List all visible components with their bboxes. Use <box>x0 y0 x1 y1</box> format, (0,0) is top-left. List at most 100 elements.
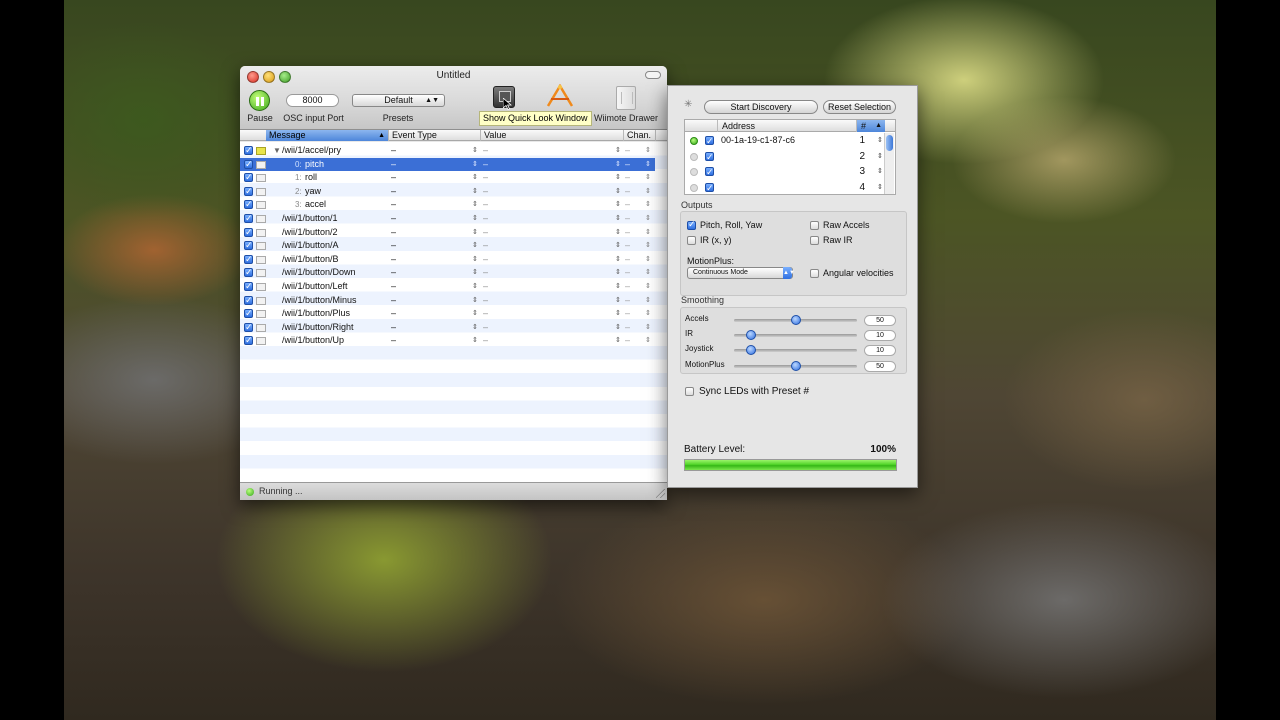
smoothing-slider[interactable] <box>734 330 857 341</box>
event-type-cell[interactable]: – <box>391 198 396 212</box>
event-type-cell[interactable]: – <box>391 212 396 226</box>
smoothing-slider-knob[interactable] <box>746 345 757 356</box>
device-table[interactable]: Address # ▲ 00-1a-19-c1-87-c61⇕2⇕3⇕4⇕ <box>684 119 896 195</box>
updown-stepper-icon[interactable]: ⇕ <box>472 198 478 212</box>
smoothing-value-field[interactable]: 50 <box>864 360 896 372</box>
updown-stepper-icon[interactable]: ⇕ <box>472 321 478 335</box>
event-type-cell[interactable]: – <box>391 226 396 240</box>
updown-stepper-icon[interactable]: ⇕ <box>472 212 478 226</box>
channel-cell[interactable]: – <box>625 307 630 321</box>
channel-cell[interactable]: – <box>625 226 630 240</box>
device-scrollbar-thumb[interactable] <box>886 135 893 151</box>
device-scrollbar[interactable] <box>884 133 894 194</box>
resize-grip-icon[interactable] <box>656 489 665 498</box>
smoothing-slider[interactable] <box>734 360 857 371</box>
table-row[interactable]: /wii/1/button/Left–⇕–⇕–⇕ <box>240 280 655 294</box>
column-header-address[interactable]: Address <box>717 120 857 132</box>
raw-accels-checkbox[interactable] <box>810 221 819 230</box>
enabled-checkbox[interactable] <box>244 158 253 171</box>
updown-stepper-icon[interactable]: ⇕ <box>472 239 478 253</box>
device-enabled-checkbox[interactable] <box>705 181 714 194</box>
updown-stepper-icon[interactable]: ⇕ <box>645 253 651 267</box>
message-table[interactable]: ▼/wii/1/accel/pry–⇕–⇕–⇕0:pitch–⇕–⇕–⇕1:ro… <box>240 142 667 482</box>
column-header-channel[interactable]: Chan. <box>624 130 656 141</box>
updown-stepper-icon[interactable]: ⇕ <box>615 334 621 348</box>
updown-stepper-icon[interactable]: ⇕ <box>645 171 651 185</box>
updown-stepper-icon[interactable]: ⇕ <box>615 212 621 226</box>
reset-selection-button[interactable]: Reset Selection <box>823 100 896 114</box>
table-row[interactable]: ▼/wii/1/accel/pry–⇕–⇕–⇕ <box>240 144 655 158</box>
enabled-checkbox[interactable] <box>244 253 253 266</box>
table-row[interactable]: /wii/1/button/2–⇕–⇕–⇕ <box>240 226 655 240</box>
smoothing-slider[interactable] <box>734 345 857 356</box>
updown-stepper-icon[interactable]: ⇕ <box>615 171 621 185</box>
event-type-cell[interactable]: – <box>391 253 396 267</box>
presets-select[interactable]: Default ▲▼ <box>352 94 445 107</box>
osc-port-input[interactable]: 8000 <box>286 94 339 107</box>
enabled-checkbox[interactable] <box>244 212 253 226</box>
device-row[interactable]: 2⇕ <box>685 149 883 165</box>
smoothing-slider[interactable] <box>734 315 857 325</box>
smoothing-slider-knob[interactable] <box>790 360 801 371</box>
updown-stepper-icon[interactable]: ⇕ <box>645 185 651 199</box>
smoothing-slider-knob[interactable] <box>790 315 801 325</box>
updown-stepper-icon[interactable]: ⇕ <box>615 294 621 308</box>
event-type-cell[interactable]: – <box>391 334 396 348</box>
updown-stepper-icon[interactable]: ⇕ <box>645 198 651 212</box>
updown-stepper-icon[interactable]: ⇕ <box>615 321 621 335</box>
device-row[interactable]: 00-1a-19-c1-87-c6 1 ⇕ <box>685 133 883 150</box>
updown-stepper-icon[interactable]: ⇕ <box>877 133 883 149</box>
column-header-value[interactable]: Value <box>481 130 624 141</box>
column-header-event-type[interactable]: Event Type <box>389 130 481 141</box>
smoothing-value-field[interactable]: 50 <box>864 315 896 326</box>
updown-stepper-icon[interactable]: ⇕ <box>645 294 651 308</box>
table-row[interactable]: /wii/1/button/1–⇕–⇕–⇕ <box>240 212 655 226</box>
updown-stepper-icon[interactable]: ⇕ <box>615 198 621 212</box>
table-row[interactable]: /wii/1/button/Down–⇕–⇕–⇕ <box>240 266 655 280</box>
table-row[interactable]: /wii/1/button/Up–⇕–⇕–⇕ <box>240 334 655 348</box>
disclosure-triangle-icon[interactable]: ▼ <box>273 144 281 158</box>
table-row[interactable]: /wii/1/button/Minus–⇕–⇕–⇕ <box>240 294 655 308</box>
channel-cell[interactable]: – <box>625 198 630 212</box>
event-type-cell[interactable]: – <box>391 321 396 335</box>
enabled-checkbox[interactable] <box>244 334 253 348</box>
smoothing-value-field[interactable]: 10 <box>864 330 896 342</box>
updown-stepper-icon[interactable]: ⇕ <box>645 144 651 158</box>
updown-stepper-icon[interactable]: ⇕ <box>615 144 621 158</box>
table-row[interactable]: 3:accel–⇕–⇕–⇕ <box>240 198 655 212</box>
channel-cell[interactable]: – <box>625 294 630 308</box>
channel-cell[interactable]: – <box>625 280 630 294</box>
updown-stepper-icon[interactable]: ⇕ <box>472 158 478 172</box>
device-enabled-checkbox[interactable] <box>705 165 714 181</box>
sync-leds-checkbox[interactable] <box>685 387 694 396</box>
channel-cell[interactable]: – <box>625 144 630 158</box>
updown-stepper-icon[interactable]: ⇕ <box>645 280 651 294</box>
smoothing-value-field[interactable]: 10 <box>864 345 896 357</box>
updown-stepper-icon[interactable]: ⇕ <box>615 226 621 240</box>
updown-stepper-icon[interactable]: ⇕ <box>472 171 478 185</box>
table-row[interactable]: /wii/1/button/A–⇕–⇕–⇕ <box>240 239 655 253</box>
updown-stepper-icon[interactable]: ⇕ <box>615 185 621 199</box>
table-row[interactable]: /wii/1/button/B–⇕–⇕–⇕ <box>240 253 655 267</box>
smoothing-slider-knob[interactable] <box>746 330 757 341</box>
updown-stepper-icon[interactable]: ⇕ <box>615 266 621 280</box>
updown-stepper-icon[interactable]: ⇕ <box>877 164 883 180</box>
enabled-checkbox[interactable] <box>244 321 253 334</box>
enabled-checkbox[interactable] <box>244 198 253 212</box>
channel-cell[interactable]: – <box>625 185 630 199</box>
channel-cell[interactable]: – <box>625 212 630 226</box>
updown-stepper-icon[interactable]: ⇕ <box>615 280 621 294</box>
enabled-checkbox[interactable] <box>244 239 253 253</box>
table-row[interactable]: 0:pitch–⇕–⇕–⇕ <box>240 157 655 172</box>
updown-stepper-icon[interactable]: ⇕ <box>615 307 621 321</box>
updown-stepper-icon[interactable]: ⇕ <box>645 239 651 253</box>
updown-stepper-icon[interactable]: ⇕ <box>645 334 651 348</box>
table-row[interactable]: 1:roll–⇕–⇕–⇕ <box>240 171 655 185</box>
updown-stepper-icon[interactable]: ⇕ <box>615 158 621 172</box>
raw-ir-checkbox[interactable] <box>810 236 819 245</box>
pitch-roll-yaw-checkbox[interactable] <box>687 219 696 230</box>
enabled-checkbox[interactable] <box>244 280 253 294</box>
updown-stepper-icon[interactable]: ⇕ <box>615 253 621 267</box>
enabled-checkbox[interactable] <box>244 144 253 158</box>
column-header-message[interactable]: Message ▲ <box>266 130 389 141</box>
